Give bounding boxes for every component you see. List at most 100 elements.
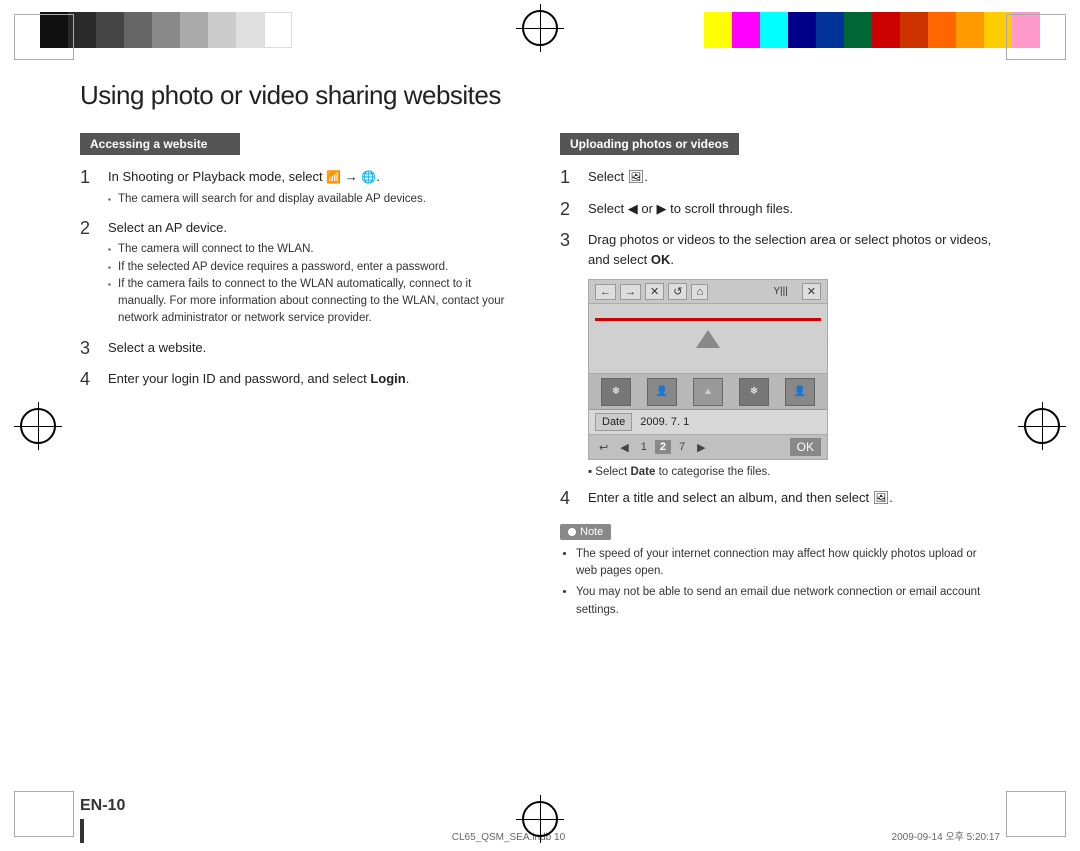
right-section-header: Uploading photos or videos bbox=[560, 133, 739, 155]
step-4: 4 Enter your login ID and password, and … bbox=[80, 369, 520, 391]
color-strip-left bbox=[40, 12, 292, 48]
date-info: 2009-09-14 오후 5:20:17 bbox=[892, 828, 1000, 843]
step-2: 2 Select an AP device. The camera will c… bbox=[80, 218, 520, 328]
camera-date-row: Date 2009. 7. 1 bbox=[589, 410, 827, 435]
left-section-header: Accessing a website bbox=[80, 133, 240, 155]
note-dot-icon bbox=[568, 528, 576, 536]
right-step-1: 1 Select 🖼. bbox=[560, 167, 1000, 189]
note-section: Note The speed of your internet connecti… bbox=[560, 524, 1000, 619]
step-1-bullet-1: The camera will search for and display a… bbox=[108, 191, 520, 208]
step-4-content: Enter your login ID and password, and se… bbox=[108, 369, 520, 391]
wifi-icon: 📶 bbox=[326, 170, 341, 184]
step-3: 3 Select a website. bbox=[80, 338, 520, 360]
step-3-num: 3 bbox=[80, 338, 100, 360]
cam-close-btn[interactable]: ✕ bbox=[645, 283, 664, 300]
top-border-left bbox=[14, 14, 74, 60]
step-1-num: 1 bbox=[80, 167, 100, 208]
cam-signal: Y||| bbox=[773, 286, 787, 297]
cam-up-arrow bbox=[696, 330, 720, 348]
cam-home-btn[interactable]: ⌂ bbox=[691, 284, 708, 300]
right-step-3-text: Drag photos or videos to the selection a… bbox=[588, 230, 1000, 269]
right-step-3-num: 3 bbox=[560, 230, 580, 269]
color-bar-top bbox=[0, 0, 1080, 60]
cam-back-btn[interactable]: ← bbox=[595, 284, 616, 300]
thumb-3: ⛰ bbox=[693, 378, 723, 406]
camera-toolbar: ← → ✕ ↺ ⌂ Y||| ✕ bbox=[589, 280, 827, 304]
nav-right-btn[interactable]: ▶ bbox=[693, 440, 709, 455]
globe-icon: 🌐 bbox=[361, 170, 376, 184]
right-step-2: 2 Select ◀ or ▶ to scroll through files. bbox=[560, 199, 1000, 221]
nav-7[interactable]: 7 bbox=[675, 440, 689, 454]
step-3-text: Select a website. bbox=[108, 338, 520, 358]
step-2-bullet-3: If the camera fails to connect to the WL… bbox=[108, 276, 520, 328]
upload-icon: 🖼 bbox=[628, 169, 645, 184]
nav-back-btn[interactable]: ↩ bbox=[595, 440, 612, 455]
col-left: Accessing a website 1 In Shooting or Pla… bbox=[80, 133, 520, 623]
col-right: Uploading photos or videos 1 Select 🖼. 2… bbox=[560, 133, 1000, 623]
right-step-3: 3 Drag photos or videos to the selection… bbox=[560, 230, 1000, 269]
bottom-border-right bbox=[1006, 791, 1066, 837]
right-step-1-num: 1 bbox=[560, 167, 580, 189]
right-step-4-text: Enter a title and select an album, and t… bbox=[588, 488, 1000, 508]
step-1-content: In Shooting or Playback mode, select 📶 →… bbox=[108, 167, 520, 208]
thumb-4: ❄ bbox=[739, 378, 769, 406]
registration-mark-right bbox=[1024, 408, 1060, 444]
step-2-text: Select an AP device. bbox=[108, 218, 520, 238]
bottom-border-left bbox=[14, 791, 74, 837]
camera-display bbox=[589, 304, 827, 374]
step-2-content: Select an AP device. The camera will con… bbox=[108, 218, 520, 328]
upload-icon-2: 🖼 bbox=[873, 490, 890, 505]
cam-forward-btn[interactable]: → bbox=[620, 284, 641, 300]
registration-mark-left bbox=[20, 408, 56, 444]
step-2-bullet-1: The camera will connect to the WLAN. bbox=[108, 241, 520, 258]
step-4-num: 4 bbox=[80, 369, 100, 391]
camera-thumbnails: ❄ 👤 ⛰ ❄ 👤 bbox=[589, 374, 827, 410]
login-bold: Login bbox=[370, 371, 405, 386]
cam-refresh-btn[interactable]: ↺ bbox=[668, 283, 687, 300]
top-border-right bbox=[1006, 14, 1066, 60]
page-title: Using photo or video sharing websites bbox=[80, 80, 1000, 111]
camera-ui-wrapper: ← → ✕ ↺ ⌂ Y||| ✕ bbox=[588, 279, 1000, 478]
right-step-2-text: Select ◀ or ▶ to scroll through files. bbox=[588, 199, 1000, 219]
right-step-2-content: Select ◀ or ▶ to scroll through files. bbox=[588, 199, 1000, 221]
nav-left-btn[interactable]: ◀ bbox=[616, 440, 632, 455]
ok-bold: OK bbox=[651, 252, 671, 267]
cam-x-btn[interactable]: ✕ bbox=[802, 283, 821, 300]
step-1: 1 In Shooting or Playback mode, select 📶… bbox=[80, 167, 520, 208]
right-step-1-content: Select 🖼. bbox=[588, 167, 1000, 189]
note-item-2: You may not be able to send an email due… bbox=[576, 584, 1000, 619]
right-step-4: 4 Enter a title and select an album, and… bbox=[560, 488, 1000, 510]
right-step-4-content: Enter a title and select an album, and t… bbox=[588, 488, 1000, 510]
page-number: EN-10 bbox=[80, 797, 125, 815]
note-list: The speed of your internet connection ma… bbox=[560, 546, 1000, 619]
registration-mark-top bbox=[522, 10, 558, 46]
nav-1[interactable]: 1 bbox=[637, 440, 651, 454]
camera-ui: ← → ✕ ↺ ⌂ Y||| ✕ bbox=[588, 279, 828, 460]
right-step-4-num: 4 bbox=[560, 488, 580, 510]
columns: Accessing a website 1 In Shooting or Pla… bbox=[80, 133, 1000, 623]
step-2-bullets: The camera will connect to the WLAN. If … bbox=[108, 241, 520, 327]
cam-red-bar bbox=[595, 318, 821, 321]
step-4-text: Enter your login ID and password, and se… bbox=[108, 369, 520, 389]
note-label: Note bbox=[580, 526, 603, 538]
right-step-3-content: Drag photos or videos to the selection a… bbox=[588, 230, 1000, 269]
step-1-bullets: The camera will search for and display a… bbox=[108, 191, 520, 208]
step-2-num: 2 bbox=[80, 218, 100, 328]
date-button[interactable]: Date bbox=[595, 413, 632, 431]
step-2-bullet-2: If the selected AP device requires a pas… bbox=[108, 259, 520, 276]
camera-note: ▪ Select Date to categorise the files. bbox=[588, 466, 1000, 478]
note-item-1: The speed of your internet connection ma… bbox=[576, 546, 1000, 581]
registration-mark-bottom bbox=[522, 801, 558, 837]
thumb-1: ❄ bbox=[601, 378, 631, 406]
step-1-text: In Shooting or Playback mode, select 📶 →… bbox=[108, 167, 520, 187]
right-step-1-text: Select 🖼. bbox=[588, 167, 1000, 187]
ok-button[interactable]: OK bbox=[790, 438, 821, 456]
date-value: 2009. 7. 1 bbox=[640, 416, 689, 428]
page-marker-area: EN-10 bbox=[80, 797, 125, 843]
note-header: Note bbox=[560, 524, 611, 540]
color-strip-right bbox=[704, 12, 1040, 48]
step-3-content: Select a website. bbox=[108, 338, 520, 360]
nav-2-active[interactable]: 2 bbox=[655, 440, 671, 454]
date-bold: Date bbox=[630, 466, 655, 478]
thumb-2: 👤 bbox=[647, 378, 677, 406]
